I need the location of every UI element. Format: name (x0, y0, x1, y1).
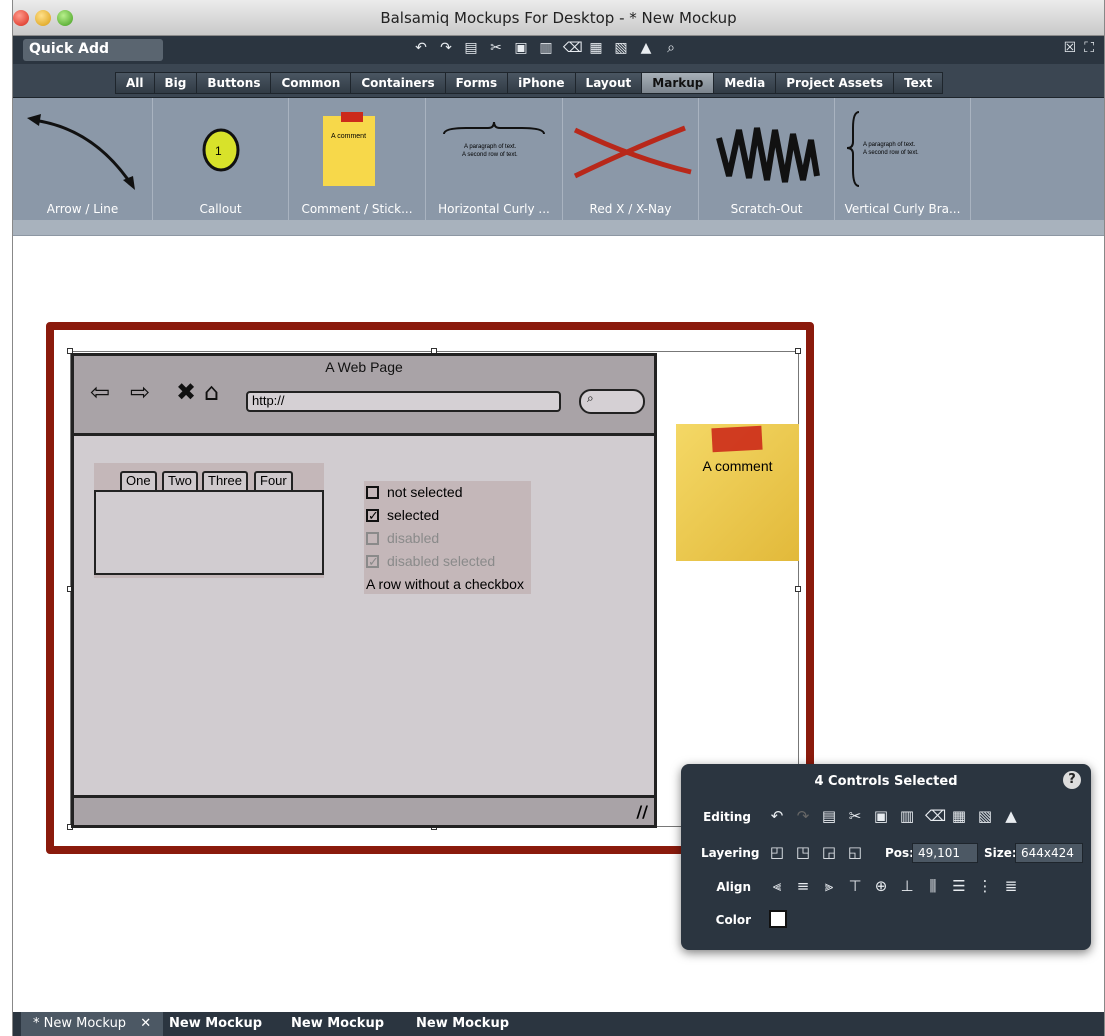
group-icon[interactable]: ▦ (588, 40, 604, 56)
vcurly-preview-text-2: A second row of text. (863, 150, 919, 156)
close-tab-icon[interactable]: ✕ (140, 1016, 151, 1031)
tab-markup[interactable]: Markup (641, 72, 715, 94)
redo-icon[interactable]: ↷ (795, 807, 811, 825)
delete-icon[interactable]: ⌫ (563, 40, 583, 56)
window-title: Balsamiq Mockups For Desktop - * New Moc… (380, 9, 737, 27)
tab-big[interactable]: Big (153, 72, 198, 94)
tab-iphone[interactable]: iPhone (507, 72, 576, 94)
red-x-icon (573, 125, 692, 179)
doc-tab[interactable]: New Mockup (279, 1012, 396, 1036)
space-vertical-icon[interactable]: ≣ (1003, 877, 1019, 895)
shelf-item-callout[interactable]: 1 Callout (153, 98, 289, 220)
tab-all[interactable]: All (115, 72, 155, 94)
duplicate-icon[interactable]: ▥ (899, 807, 915, 825)
delete-icon[interactable]: ⌫ (925, 807, 946, 825)
shelf-scroll-strip[interactable] (13, 220, 1104, 236)
title-bar: Balsamiq Mockups For Desktop - * New Moc… (13, 0, 1104, 36)
ungroup-icon[interactable]: ▧ (613, 40, 629, 56)
send-to-back-icon[interactable]: ◱ (847, 843, 863, 861)
inspector-title: 4 Controls Selected (814, 774, 958, 789)
property-inspector: 4 Controls Selected ? Editing ↶ ↷ ▤ ✂ ▣ … (681, 764, 1091, 950)
bring-forward-icon[interactable]: ◳ (795, 843, 811, 861)
tab-containers[interactable]: Containers (350, 72, 446, 94)
quick-add-input[interactable]: Quick Add (23, 39, 163, 61)
space-horizontal-icon[interactable]: ⋮ (977, 877, 993, 895)
doc-tab-active[interactable]: * New Mockup ✕ (21, 1012, 164, 1036)
cut-icon[interactable]: ✂ (847, 807, 863, 825)
undo-icon[interactable]: ↶ (413, 40, 429, 56)
send-backward-icon[interactable]: ◲ (821, 843, 837, 861)
vertical-curly-brace-icon: A paragraph of text. A second row of tex… (846, 111, 919, 187)
curly-preview-text-2: A second row of text. (462, 152, 518, 158)
layering-label: Layering (701, 846, 760, 860)
tab-common[interactable]: Common (270, 72, 352, 94)
fullscreen-icon[interactable]: ⛶ (1084, 40, 1094, 56)
tab-project-assets[interactable]: Project Assets (775, 72, 895, 94)
align-right-icon[interactable]: ⫸ (821, 877, 837, 895)
tab-media[interactable]: Media (713, 72, 777, 94)
document-tabs-bar: * New Mockup ✕ New Mockup New Mockup New… (13, 1012, 1104, 1036)
tab-forms[interactable]: Forms (444, 72, 509, 94)
vcurly-preview-text-1: A paragraph of text. (863, 142, 916, 148)
arrow-line-icon (27, 114, 135, 190)
copy-icon[interactable]: ▤ (821, 807, 837, 825)
distribute-horizontal-icon[interactable]: ⫼ (925, 877, 941, 895)
distribute-vertical-icon[interactable]: ☰ (951, 877, 967, 895)
shelf-item-horizontal-curly[interactable]: A paragraph of text. A second row of tex… (426, 98, 563, 220)
color-label: Color (715, 913, 751, 927)
lock-icon[interactable]: ▲ (638, 40, 654, 56)
redo-icon[interactable]: ↷ (438, 40, 454, 56)
ui-library-shelf: Arrow / Line 1 Callout A comment Comment… (13, 98, 1104, 220)
align-center-icon[interactable]: ≡ (795, 877, 811, 895)
scratch-out-icon (716, 127, 820, 183)
size-label: Size: (984, 846, 1017, 860)
align-middle-icon[interactable]: ⊕ (873, 877, 889, 895)
doc-tab[interactable]: New Mockup (404, 1012, 521, 1036)
align-top-icon[interactable]: ⊤ (847, 877, 863, 895)
align-left-icon[interactable]: ⫷ (769, 877, 785, 895)
cut-icon[interactable]: ✂ (488, 40, 504, 56)
pos-label: Pos: (885, 846, 914, 860)
doc-tab[interactable]: New Mockup (157, 1012, 274, 1036)
tab-text[interactable]: Text (893, 72, 944, 94)
help-button[interactable]: ? (1063, 771, 1081, 789)
sticky-note-icon: A comment (323, 112, 375, 186)
color-picker[interactable] (769, 910, 787, 928)
paste-icon[interactable]: ▣ (513, 40, 529, 56)
shelf-item-red-x[interactable]: Red X / X-Nay (563, 98, 699, 220)
lock-icon[interactable]: ▲ (1003, 807, 1019, 825)
align-label: Align (716, 880, 751, 894)
library-tabs-bar: All Big Buttons Common Containers Forms … (13, 64, 1104, 98)
paste-icon[interactable]: ▣ (873, 807, 889, 825)
duplicate-icon[interactable]: ▥ (538, 40, 554, 56)
callout-icon: 1 (202, 128, 240, 172)
shelf-item-arrow-line[interactable]: Arrow / Line (13, 98, 153, 220)
main-toolbar: Quick Add ↶ ↷ ▤ ✂ ▣ ▥ ⌫ ▦ ▧ ▲ ⌕ ☒ ⛶ (13, 36, 1104, 64)
search-icon[interactable]: ⌕ (663, 40, 679, 56)
sticky-preview-text: A comment (331, 133, 366, 140)
copy-icon[interactable]: ▤ (463, 40, 479, 56)
close-icon[interactable]: ☒ (1064, 40, 1077, 56)
horizontal-curly-brace-icon: A paragraph of text. A second row of tex… (443, 121, 545, 158)
shelf-item-comment-sticky[interactable]: A comment Comment / Stick... (289, 98, 426, 220)
group-icon[interactable]: ▦ (951, 807, 967, 825)
bring-to-front-icon[interactable]: ◰ (769, 843, 785, 861)
size-input[interactable]: 644x424 (1015, 843, 1083, 863)
tab-layout[interactable]: Layout (574, 72, 643, 94)
undo-icon[interactable]: ↶ (769, 807, 785, 825)
tab-buttons[interactable]: Buttons (196, 72, 272, 94)
align-bottom-icon[interactable]: ⊥ (899, 877, 915, 895)
editing-label: Editing (703, 810, 751, 824)
shelf-item-scratch-out[interactable]: Scratch-Out (699, 98, 835, 220)
shelf-item-vertical-curly[interactable]: A paragraph of text. A second row of tex… (835, 98, 971, 220)
mockup-canvas[interactable]: A Web Page ⇦ ⇨ ✖ ⌂ http:// ⌕ One Two Thr… (13, 236, 1104, 1012)
app-window: Balsamiq Mockups For Desktop - * New Moc… (12, 0, 1105, 1036)
callout-number: 1 (215, 144, 222, 158)
ungroup-icon[interactable]: ▧ (977, 807, 993, 825)
pos-input[interactable]: 49,101 (912, 843, 978, 863)
curly-preview-text-1: A paragraph of text. (464, 144, 517, 150)
